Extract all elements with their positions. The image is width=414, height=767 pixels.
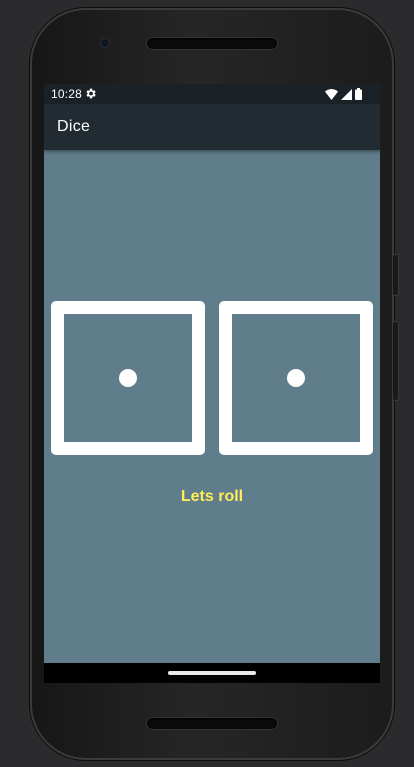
wifi-icon xyxy=(325,88,338,100)
navigation-bar xyxy=(44,663,380,683)
battery-icon xyxy=(355,88,362,100)
front-camera xyxy=(101,39,109,47)
emulator-scene: 10:28 Dice Lets roll xyxy=(0,0,414,767)
app-bar: Dice xyxy=(44,104,380,150)
volume-button[interactable] xyxy=(393,322,398,400)
earpiece-speaker xyxy=(147,38,277,49)
device-screen: 10:28 Dice Lets roll xyxy=(44,84,380,683)
signal-icon xyxy=(341,88,352,100)
app-title: Dice xyxy=(57,118,91,135)
left-die[interactable] xyxy=(51,301,205,455)
right-die[interactable] xyxy=(219,301,373,455)
status-time: 10:28 xyxy=(51,87,83,101)
left-die-pip xyxy=(119,369,137,387)
status-bar: 10:28 xyxy=(44,84,380,104)
roll-button[interactable]: Lets roll xyxy=(44,488,380,506)
power-button[interactable] xyxy=(393,255,398,295)
right-die-pip xyxy=(287,369,305,387)
status-icons xyxy=(325,88,362,100)
dice-content: Lets roll xyxy=(44,150,380,663)
home-gesture-pill[interactable] xyxy=(168,671,256,675)
gear-icon xyxy=(86,88,96,99)
bottom-speaker xyxy=(147,718,277,729)
